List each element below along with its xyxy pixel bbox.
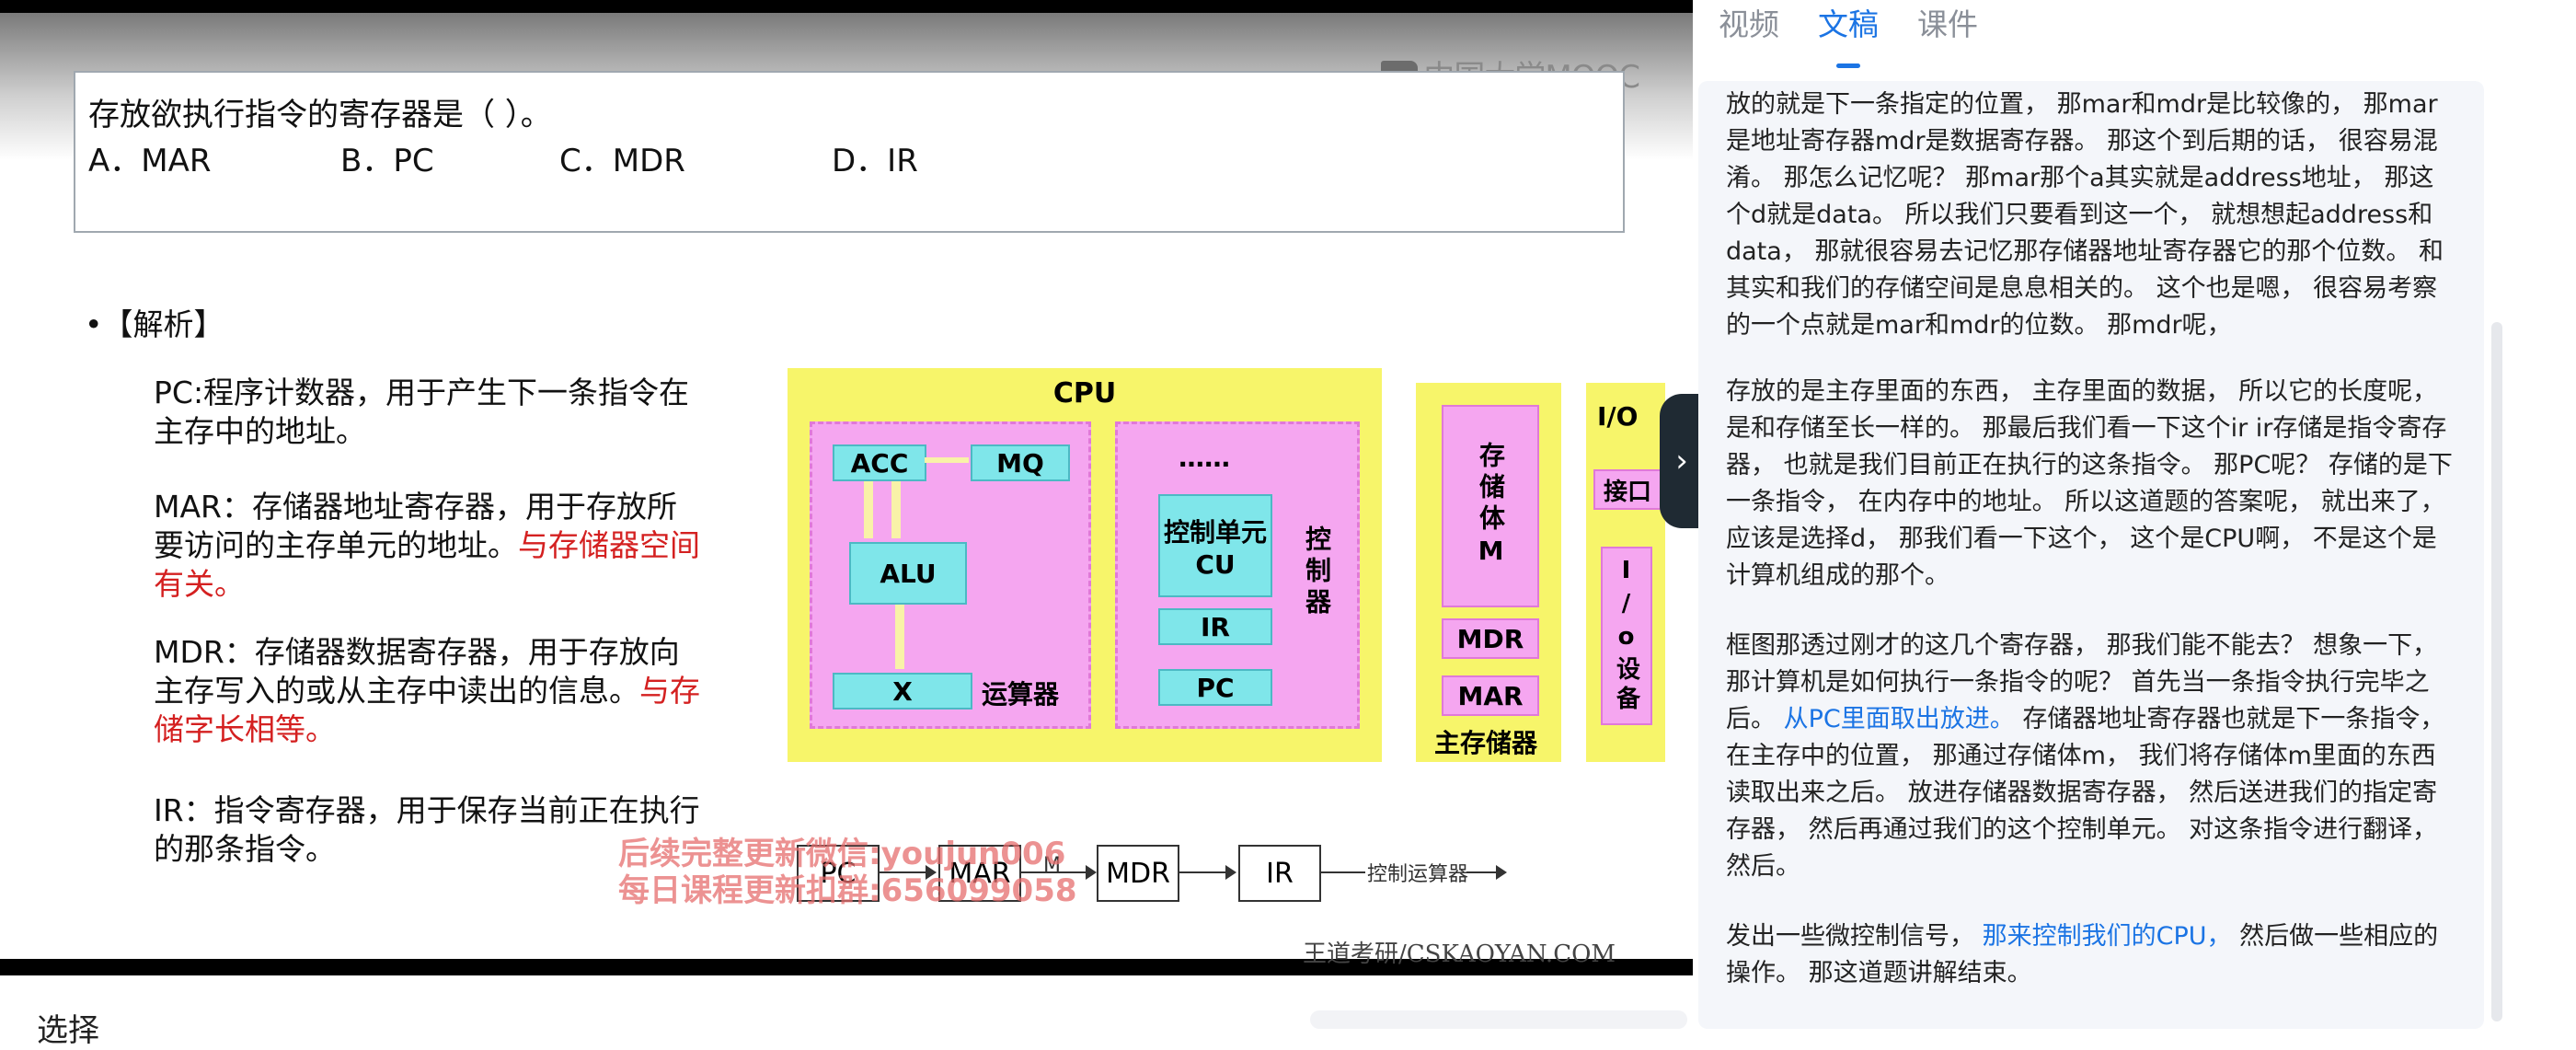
io-label: I/O bbox=[1597, 401, 1639, 432]
transcript-paragraph: 发出一些微控制信号， 那来控制我们的CPU， 然后做一些相应的操作。 那这道题讲… bbox=[1726, 922, 2439, 987]
transcript-panel[interactable]: 放的就是下一条指定的位置， 那mar和mdr是比较像的， 那mar是地址寄存器m… bbox=[1698, 81, 2484, 1029]
option-a: A．MAR bbox=[88, 143, 212, 179]
option-c: C．MDR bbox=[559, 143, 685, 179]
cpu-diagram: CPU ACC MQ ALU X 运算器 …… 控制单元CU IR PC 控制器 bbox=[788, 368, 1382, 762]
chevron-right-icon: › bbox=[1675, 443, 1688, 479]
slide-credit: 王道考研/CSKAOYAN.COM bbox=[1303, 940, 1616, 968]
section-title: 选择 bbox=[37, 1012, 99, 1049]
mar-block: MAR bbox=[1442, 675, 1539, 716]
ir-register: IR bbox=[1158, 608, 1272, 645]
alu-block: ALU bbox=[849, 542, 967, 605]
mdr-definition: MDR：存储器数据寄存器，用于存放向主存写入的或从主存中读出的信息。与存储字长相… bbox=[154, 634, 700, 747]
transcript-highlight[interactable]: 那来控制我们的CPU， bbox=[1983, 922, 2232, 951]
control-unit: 控制单元CU bbox=[1158, 494, 1272, 597]
main-memory-diagram: 存储体M MDR MAR 主存储器 bbox=[1416, 383, 1561, 762]
alu-unit-area: ACC MQ ALU X 运算器 bbox=[810, 421, 1091, 729]
flow-end-label: 控制运算器 bbox=[1367, 863, 1469, 886]
analysis-title: •【解析】 bbox=[85, 306, 224, 342]
mq-register: MQ bbox=[971, 444, 1070, 481]
content-tabs: 视频 文稿 课件 bbox=[1719, 0, 1978, 68]
below-card bbox=[1310, 1010, 1687, 1029]
dots-label: …… bbox=[1179, 443, 1230, 473]
mdr-block: MDR bbox=[1442, 618, 1539, 659]
question-box: 存放欲执行指令的寄存器是（ ）。 A．MAR B．PC C．MDR D．IR bbox=[74, 71, 1625, 233]
tab-transcript[interactable]: 文稿 bbox=[1818, 0, 1879, 68]
question-text: 存放欲执行指令的寄存器是（ ）。 bbox=[88, 97, 552, 133]
flow-mdr: MDR bbox=[1097, 845, 1179, 902]
arrow-right-icon bbox=[1496, 865, 1507, 880]
mar-definition: MAR：存储器地址寄存器，用于存放所要访问的主存单元的地址。与存储器空间有关。 bbox=[154, 489, 700, 602]
tab-courseware[interactable]: 课件 bbox=[1917, 0, 1978, 55]
option-b: B．PC bbox=[340, 143, 434, 179]
expand-panel-button[interactable]: › bbox=[1660, 394, 1704, 528]
cpu-label: CPU bbox=[1052, 377, 1117, 410]
arrow-right-icon bbox=[1086, 865, 1097, 880]
io-device-block: I/o设备 bbox=[1601, 547, 1652, 725]
transcript-paragraph: 放的就是下一条指定的位置， 那mar和mdr是比较像的， 那mar是地址寄存器m… bbox=[1726, 90, 2444, 340]
acc-register: ACC bbox=[833, 444, 926, 481]
main-memory-label: 主存储器 bbox=[1434, 728, 1538, 758]
transcript-highlight[interactable]: 从PC里面取出放进。 bbox=[1784, 705, 2015, 733]
controller-area: …… 控制单元CU IR PC 控制器 bbox=[1115, 421, 1360, 729]
storage-body: 存储体M bbox=[1442, 405, 1539, 607]
controller-label: 控制器 bbox=[1302, 525, 1332, 619]
tab-video[interactable]: 视频 bbox=[1719, 0, 1779, 55]
io-diagram: I/O 接口 I/o设备 bbox=[1586, 383, 1665, 762]
alu-unit-label: 运算器 bbox=[982, 679, 1060, 710]
lecture-slide: 中国大学MOOC 存放欲执行指令的寄存器是（ ）。 A．MAR B．PC C．M… bbox=[0, 13, 1693, 968]
video-player[interactable]: 中国大学MOOC 存放欲执行指令的寄存器是（ ）。 A．MAR B．PC C．M… bbox=[0, 0, 1693, 975]
transcript-scrollbar[interactable] bbox=[2491, 322, 2502, 1021]
transcript-paragraph: 存放的是主存里面的东西， 主存里面的数据， 所以它的长度呢， 是和存储至长一样的… bbox=[1726, 377, 2453, 590]
arrow-right-icon bbox=[1225, 865, 1236, 880]
pc-register: PC bbox=[1158, 669, 1272, 706]
flow-ir: IR bbox=[1238, 845, 1321, 902]
option-d: D．IR bbox=[832, 143, 918, 179]
transcript-paragraph: 框图那透过刚才的这几个寄存器， 那我们能不能去？ 想象一下， 那计算机是如何执行… bbox=[1726, 631, 2445, 881]
pc-definition: PC:程序计数器，用于产生下一条指令在主存中的地址。 bbox=[154, 375, 690, 449]
watermark-line-2: 每日课程更新扣群:656099058 bbox=[618, 872, 1077, 909]
interface-block: 接口 bbox=[1593, 469, 1662, 510]
x-register: X bbox=[833, 673, 972, 710]
